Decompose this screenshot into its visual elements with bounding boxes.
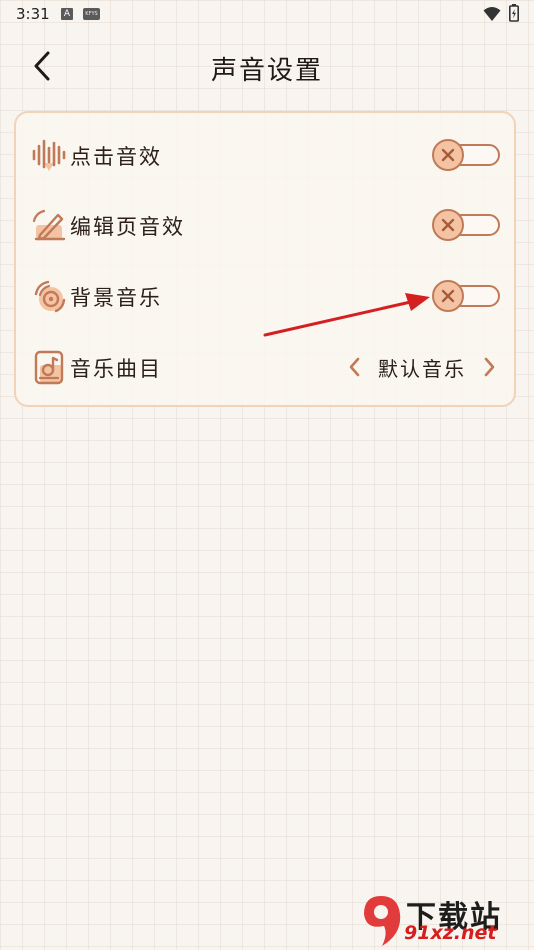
header: 声音设置: [0, 40, 534, 92]
edit-sound-toggle[interactable]: [432, 209, 502, 241]
close-icon: [441, 289, 455, 303]
toggle-knob: [432, 280, 464, 312]
annotation-arrow: [263, 293, 430, 337]
watermark: 下载站 91xz.net: [358, 890, 534, 950]
music-track-selector: 默认音乐: [344, 351, 500, 383]
setting-label: 点击音效: [70, 145, 162, 169]
music-track-value: 默认音乐: [378, 356, 466, 381]
page-title: 声音设置: [210, 56, 323, 86]
sound-settings-card: 点击音效 编辑页音效 背景音乐 音乐曲目 默认音乐: [14, 111, 516, 407]
battery-icon: [509, 4, 519, 22]
setting-row-music-track: 音乐曲目 默认音乐: [16, 337, 514, 397]
click-sound-toggle[interactable]: [432, 139, 502, 171]
toggle-knob: [432, 139, 464, 171]
notification-app-icon: KFYS: [83, 8, 100, 20]
toggle-knob: [432, 209, 464, 241]
wifi-icon: [483, 7, 501, 21]
setting-label: 编辑页音效: [70, 215, 185, 239]
sound-wave-icon: [32, 139, 66, 171]
watermark-url: 91xz.net: [404, 922, 497, 944]
setting-row-edit-sound: 编辑页音效: [16, 195, 514, 255]
setting-label: 背景音乐: [70, 286, 162, 310]
watermark-logo-icon: [364, 896, 401, 946]
chevron-left-icon: [349, 357, 360, 377]
previous-track-button[interactable]: [344, 353, 364, 381]
music-track-icon: [34, 350, 64, 385]
edit-sound-icon: [32, 209, 66, 241]
notification-a-icon: A: [61, 8, 73, 20]
music-disc-icon: [34, 280, 66, 313]
setting-row-click-sound: 点击音效: [16, 125, 514, 185]
background-music-toggle[interactable]: [432, 280, 502, 312]
status-bar: 3:31 A KFYS: [0, 0, 534, 28]
chevron-right-icon: [484, 357, 495, 377]
close-icon: [441, 218, 455, 232]
close-icon: [441, 148, 455, 162]
setting-label: 音乐曲目: [70, 357, 162, 381]
status-time: 3:31: [16, 5, 50, 23]
next-track-button[interactable]: [480, 353, 500, 381]
